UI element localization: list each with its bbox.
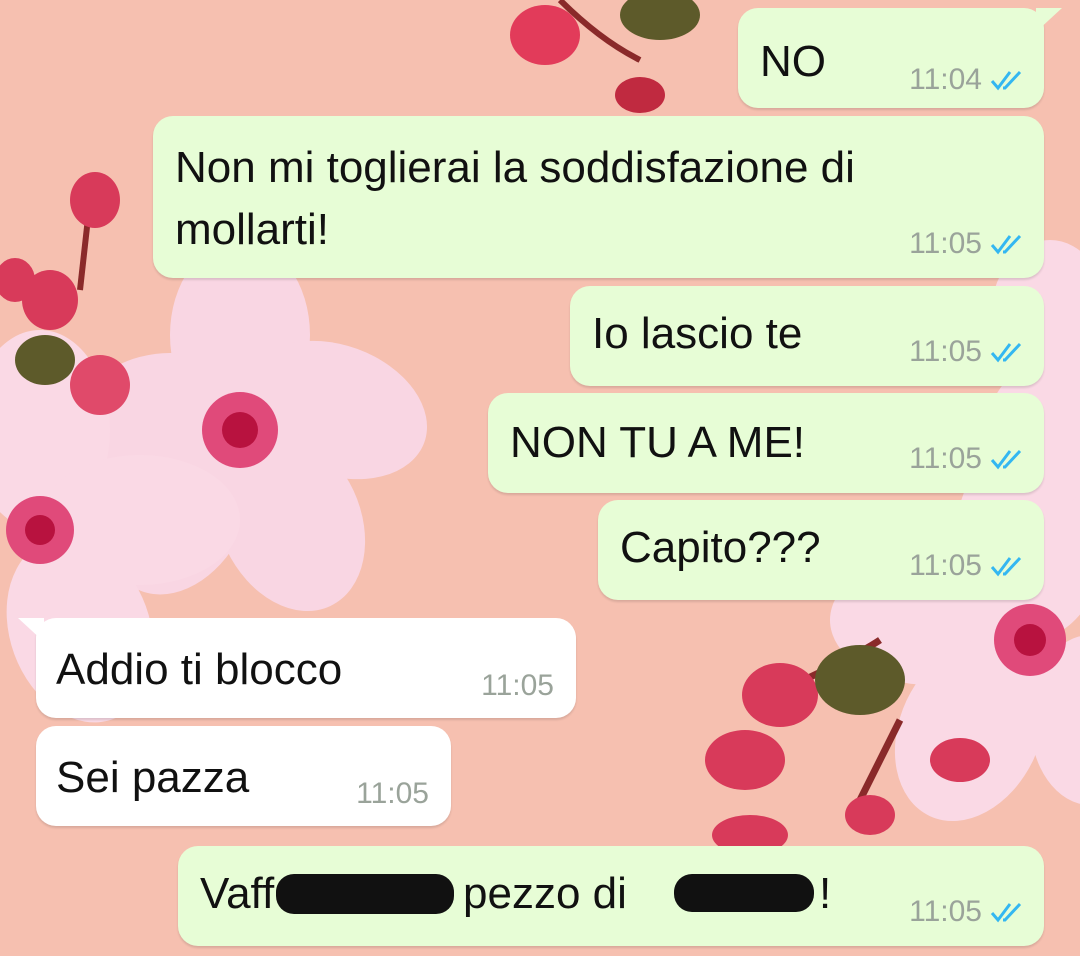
message-text-line: Non mi toglierai la soddisfazione di bbox=[175, 143, 855, 192]
message-text: Io lascio te bbox=[592, 309, 803, 358]
message-text: NO bbox=[760, 37, 826, 86]
double-check-icon bbox=[990, 70, 1022, 91]
message-time: 11:05 bbox=[909, 895, 982, 928]
message-bubble-outgoing[interactable]: Non mi toglierai la soddisfazione di mol… bbox=[153, 116, 1044, 278]
redaction-mark bbox=[674, 874, 814, 912]
message-time: 11:05 bbox=[356, 777, 429, 810]
message-text-line: mollarti! bbox=[175, 205, 330, 254]
message-time: 11:05 bbox=[909, 549, 982, 582]
message-time: 11:05 bbox=[909, 335, 982, 368]
message-time: 11:04 bbox=[909, 63, 982, 96]
message-text: Addio ti blocco bbox=[56, 645, 343, 694]
message-bubble-outgoing[interactable]: Capito??? 11:05 bbox=[598, 500, 1044, 600]
redaction-mark bbox=[276, 874, 454, 914]
message-meta: 11:05 bbox=[909, 443, 1024, 475]
double-check-icon bbox=[990, 556, 1022, 577]
message-bubble-incoming[interactable]: Addio ti blocco 11:05 bbox=[36, 618, 576, 718]
message-time: 11:05 bbox=[481, 669, 554, 702]
message-text-part: Vaff bbox=[200, 869, 275, 918]
double-check-icon bbox=[990, 449, 1022, 470]
message-meta: 11:04 bbox=[909, 64, 1024, 96]
message-bubble-outgoing[interactable]: NO 11:04 bbox=[738, 8, 1044, 108]
message-bubble-outgoing[interactable]: Vaff pezzo di ! 11:05 bbox=[178, 846, 1044, 946]
message-time: 11:05 bbox=[909, 227, 982, 260]
message-text: Vaff bbox=[200, 872, 274, 916]
message-text: ! bbox=[819, 872, 831, 916]
double-check-icon bbox=[990, 342, 1022, 363]
bubble-tail bbox=[1036, 8, 1062, 32]
message-meta: 11:05 bbox=[909, 336, 1024, 368]
bubble-tail bbox=[18, 618, 44, 642]
message-text: pezzo di bbox=[463, 872, 627, 916]
message-meta: 11:05 bbox=[356, 778, 429, 810]
message-text: Sei pazza bbox=[56, 753, 250, 802]
message-bubble-outgoing[interactable]: Io lascio te 11:05 bbox=[570, 286, 1044, 386]
message-bubble-outgoing[interactable]: NON TU A ME! 11:05 bbox=[488, 393, 1044, 493]
double-check-icon bbox=[990, 902, 1022, 923]
message-text-part: pezzo di bbox=[463, 869, 627, 918]
message-text-part: ! bbox=[819, 869, 832, 918]
double-check-icon bbox=[990, 234, 1022, 255]
message-meta: 11:05 bbox=[909, 550, 1024, 582]
message-meta: 11:05 bbox=[909, 896, 1024, 928]
message-time: 11:05 bbox=[909, 442, 982, 475]
message-bubble-incoming[interactable]: Sei pazza 11:05 bbox=[36, 726, 451, 826]
message-meta: 11:05 bbox=[909, 228, 1024, 260]
message-text: Capito??? bbox=[620, 523, 821, 572]
message-meta: 11:05 bbox=[481, 670, 554, 702]
message-text: NON TU A ME! bbox=[510, 418, 806, 467]
